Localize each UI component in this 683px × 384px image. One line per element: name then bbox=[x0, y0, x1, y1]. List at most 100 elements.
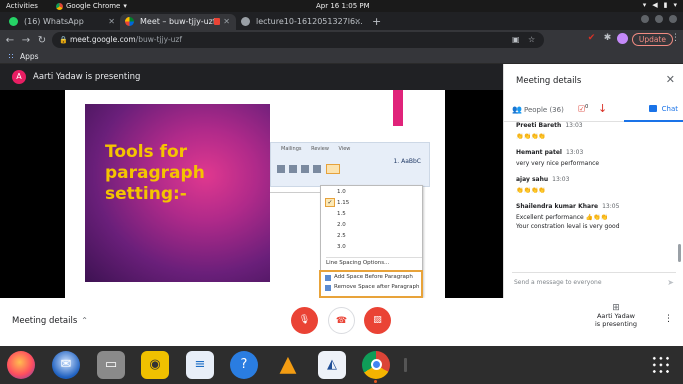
chat-compose: ➤ bbox=[512, 272, 676, 290]
network-icon: ▾ bbox=[642, 1, 647, 9]
word-screenshot: Mailings Review View 1. AaBbC 1.0 ✓ 1.15 bbox=[270, 142, 430, 298]
close-tab-icon[interactable]: ✕ bbox=[223, 14, 230, 30]
spacing-option: Add Space Before Paragraph bbox=[334, 274, 413, 280]
url-path: /buw-tjjy-uzf bbox=[135, 35, 183, 44]
back-button[interactable]: ← bbox=[2, 35, 18, 46]
firefox-icon[interactable] bbox=[7, 351, 35, 379]
meeting-details-label: Meeting details bbox=[12, 316, 78, 326]
forward-button[interactable]: → bbox=[18, 35, 34, 46]
meet-icon bbox=[125, 17, 134, 26]
spacing-option: 2.0 bbox=[337, 222, 346, 228]
dock-separator bbox=[404, 358, 407, 372]
meeting-details-toggle[interactable]: Meeting details ⌃ bbox=[12, 316, 88, 326]
files-icon[interactable]: ▭ bbox=[97, 351, 125, 379]
activities-button[interactable]: Activities bbox=[6, 2, 38, 10]
extension-badge[interactable]: ☑0 bbox=[578, 104, 588, 114]
message-text: Excellent performance 👍👏👏 bbox=[516, 214, 609, 221]
ribbon-style: 1. AaBbC bbox=[393, 158, 421, 165]
writer-icon[interactable]: ≡ bbox=[186, 351, 214, 379]
call-controls-bar: Meeting details ⌃ 🎙 ☎ ▨ ⊞ Aarti Yadaw is … bbox=[0, 298, 683, 346]
new-tab-button[interactable]: + bbox=[366, 14, 381, 30]
shared-screen[interactable]: Tools for paragraph setting:- Mailings R… bbox=[65, 90, 445, 298]
tab-meet[interactable]: Meet – buw-tjjy-uzf ✕ bbox=[120, 14, 236, 30]
battery-icon: ▮ bbox=[663, 1, 668, 9]
message-time: 13:03 bbox=[565, 149, 584, 156]
spacing-option: 3.0 bbox=[337, 244, 346, 250]
show-applications-icon[interactable] bbox=[651, 355, 671, 375]
profile-avatar[interactable] bbox=[617, 33, 628, 44]
vlc-icon[interactable]: ▲ bbox=[274, 351, 302, 379]
more-options-icon[interactable]: ⋮ bbox=[664, 314, 673, 324]
inkscape-icon[interactable]: ◭ bbox=[318, 351, 346, 379]
chat-input[interactable] bbox=[514, 279, 654, 286]
people-icon: 👥 bbox=[512, 105, 522, 114]
running-indicator bbox=[374, 380, 377, 383]
checkmark-icon: ✓ bbox=[325, 198, 335, 207]
slide-title: Tools for paragraph setting:- bbox=[105, 142, 205, 205]
message-text: very very nice performance bbox=[516, 160, 600, 167]
globe-icon bbox=[241, 17, 250, 26]
align-left-icon bbox=[277, 165, 285, 173]
clock[interactable]: Apr 16 1:05 PM bbox=[316, 2, 370, 10]
send-icon[interactable]: ➤ bbox=[667, 278, 674, 287]
align-right-icon bbox=[301, 165, 309, 173]
camera-off-button[interactable]: ▨ bbox=[364, 307, 391, 334]
tab-people[interactable]: 👥 People (36) bbox=[512, 105, 564, 114]
leave-call-button[interactable]: ☎ bbox=[328, 307, 355, 334]
chat-message: Hemant patel 13:03 very very nice perform… bbox=[516, 149, 676, 168]
presenter-avatar: A bbox=[12, 70, 26, 84]
thunderbird-icon[interactable]: ✉ bbox=[52, 351, 80, 379]
rhythmbox-icon[interactable]: ◉ bbox=[141, 351, 169, 379]
chrome-menu-icon[interactable]: ⋮ bbox=[671, 33, 680, 43]
help-icon[interactable]: ? bbox=[230, 351, 258, 379]
line-spacing-button bbox=[326, 164, 340, 174]
tab-chat-label: Chat bbox=[661, 105, 678, 113]
tab-lecture[interactable]: lecture10-1612051327l6... ✕ bbox=[236, 14, 366, 30]
window-controls bbox=[641, 15, 677, 23]
address-bar[interactable]: 🔒 meet.google.com/buw-tjjy-uzf ▣ ☆ bbox=[52, 32, 544, 48]
minimize-button[interactable] bbox=[641, 15, 649, 23]
spacing-option: 1.5 bbox=[337, 211, 346, 217]
spacing-option: Line Spacing Options... bbox=[326, 257, 422, 266]
spacing-option: 1.0 bbox=[337, 189, 346, 195]
message-text: Your constration leval is very good bbox=[516, 223, 620, 230]
message-text: 👏👏👏👏 bbox=[516, 133, 546, 140]
maximize-button[interactable] bbox=[655, 15, 663, 23]
tab-whatsapp[interactable]: (16) WhatsApp ✕ bbox=[4, 14, 120, 30]
tab-chat[interactable]: Chat bbox=[648, 105, 678, 113]
extensions-puzzle-icon[interactable]: ✱ bbox=[602, 33, 613, 44]
camera-off-icon: ▨ bbox=[373, 315, 382, 325]
close-tab-icon[interactable]: ✕ bbox=[108, 14, 115, 30]
app-menu-label: Google Chrome bbox=[66, 2, 121, 10]
paragraph-spacing-icon bbox=[325, 275, 331, 281]
update-button[interactable]: Update bbox=[631, 33, 673, 46]
reload-button[interactable]: ↻ bbox=[34, 35, 50, 46]
slide-title-line: Tools for bbox=[105, 142, 188, 162]
apps-bookmark[interactable]: Apps bbox=[8, 52, 39, 61]
message-text: 👏👏👏👏 bbox=[516, 187, 546, 194]
close-tab-icon[interactable]: ✕ bbox=[354, 14, 361, 30]
letterbox-right bbox=[445, 90, 503, 298]
paragraph-spacing-icon bbox=[325, 285, 331, 291]
mic-off-icon: 🎙 bbox=[298, 315, 311, 325]
mic-off-button[interactable]: 🎙 bbox=[291, 307, 318, 334]
camera-in-use-icon[interactable]: ▣ bbox=[512, 32, 520, 48]
chat-scrollbar[interactable] bbox=[678, 244, 681, 262]
chrome-dock-icon[interactable] bbox=[362, 351, 390, 379]
chevron-up-icon: ⌃ bbox=[81, 316, 88, 325]
panel-tabs: 👥 People (36) ☑0 ↓ Chat bbox=[504, 102, 683, 122]
meeting-details-panel: Meeting details ✕ 👥 People (36) ☑0 ↓ Chat… bbox=[503, 64, 683, 298]
chat-icon bbox=[648, 105, 657, 112]
system-tray[interactable]: ▾ ◀ ▮ ▾ bbox=[643, 1, 677, 9]
chat-message: Shailendra kumar Khare 13:05 Excellent pe… bbox=[516, 203, 676, 231]
tab-people-label: People (36) bbox=[523, 106, 564, 114]
presenting-status[interactable]: ⊞ Aarti Yadaw is presenting bbox=[590, 304, 642, 329]
bookmark-star-icon[interactable]: ☆ bbox=[528, 32, 535, 48]
close-window-button[interactable] bbox=[669, 15, 677, 23]
tab-title: lecture10-1612051327l6... bbox=[256, 17, 363, 26]
os-top-bar: Activities Google Chrome ▾ Apr 16 1:05 P… bbox=[0, 0, 683, 12]
app-menu[interactable]: Google Chrome ▾ bbox=[56, 2, 127, 10]
close-icon[interactable]: ✕ bbox=[666, 73, 675, 86]
message-time: 13:03 bbox=[552, 176, 570, 183]
extension-check-icon[interactable]: ✔ bbox=[586, 33, 597, 44]
